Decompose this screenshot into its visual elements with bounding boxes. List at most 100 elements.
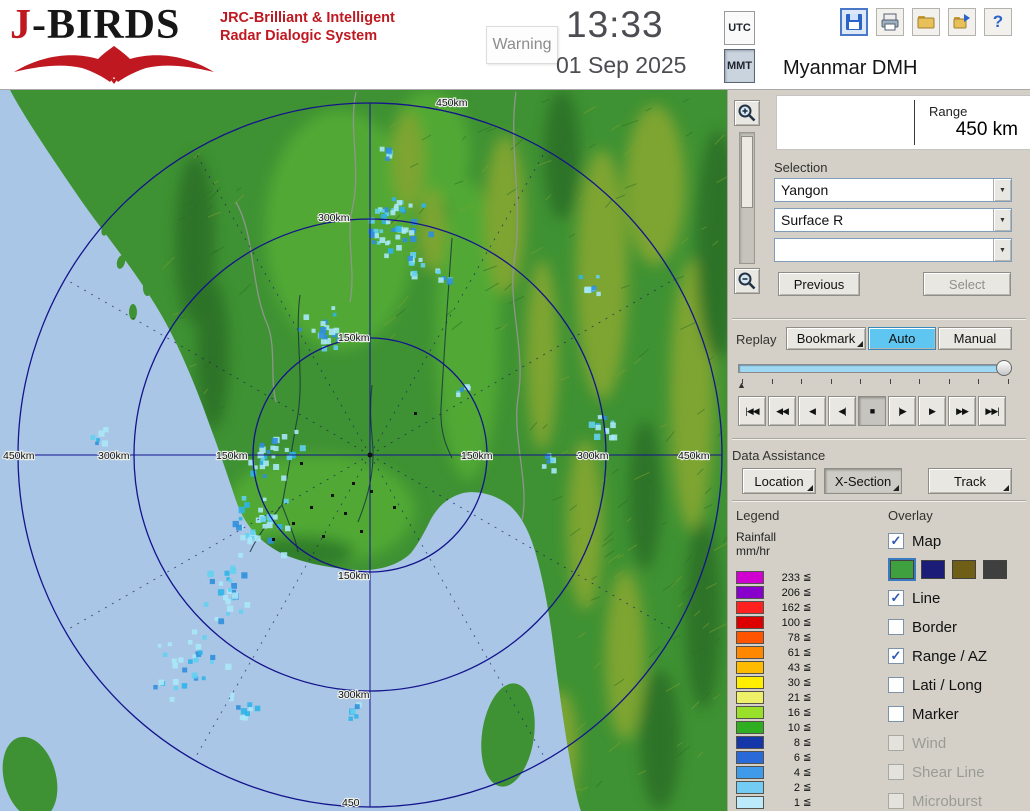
unchecked-checkbox[interactable] [888,706,904,722]
selection-label: Selection [774,160,828,175]
chevron-down-icon[interactable]: ▼ [993,209,1011,231]
zoom-slider[interactable] [739,132,755,264]
save-button[interactable] [840,8,868,36]
legend-operator: ≦ [803,782,812,793]
option-dropdown-value[interactable] [775,239,993,261]
replay-slider-handle[interactable] [996,360,1012,376]
replay-slider-track[interactable] [738,364,1010,373]
product-dropdown-value[interactable]: Surface R [775,209,993,231]
legend-row: 30 ≦ [736,675,882,690]
location-button[interactable]: Location [742,468,816,494]
legend-row: 78 ≦ [736,630,882,645]
save-icon [846,14,862,30]
map-color-swatch[interactable] [921,560,945,579]
replay-manual-button[interactable]: Manual [938,327,1012,350]
logo-letter-j: J [10,2,32,48]
timezone-utc-button[interactable]: UTC [724,11,755,45]
legend-value: 43 [787,661,800,674]
product-dropdown[interactable]: Surface R ▼ [774,208,1012,232]
overlay-item-line[interactable]: ✓ Line [888,587,1030,609]
zoom-out-button[interactable] [734,268,760,294]
range-label-text: 450km [436,97,468,109]
legend-swatch [736,766,764,779]
replay-timeline-slider[interactable] [738,360,1012,376]
legend-value: 206 [781,586,800,599]
folder-export-icon [953,14,970,29]
map-color-swatch[interactable] [983,560,1007,579]
overlay-item-shear-line: Shear Line [888,761,1030,783]
bookmark-button[interactable]: Bookmark [786,327,866,350]
playback-skip-end-button[interactable]: ▶▶| [978,396,1006,426]
playback-fast-forward-button[interactable]: ▶▶ [948,396,976,426]
divider [732,438,1026,440]
overlay-item-range-az[interactable]: ✓ Range / AZ [888,645,1030,667]
playback-skip-start-button[interactable]: |◀◀ [738,396,766,426]
checked-checkbox[interactable]: ✓ [888,590,904,606]
chevron-down-icon[interactable]: ▼ [993,239,1011,261]
overlay-item-map[interactable]: ✓ Map [888,530,1030,552]
checked-checkbox[interactable]: ✓ [888,533,904,549]
site-dropdown-value[interactable]: Yangon [775,179,993,201]
legend-operator: ≦ [803,752,812,763]
logo-subtitle: JRC-Brilliant & Intelligent Radar Dialog… [220,9,395,45]
playback-step-back-button[interactable]: ◀| [828,396,856,426]
legend-value: 78 [787,631,800,644]
divider [914,100,915,145]
timezone-mmt-button[interactable]: MMT [724,49,755,83]
legend-value: 1 [793,796,800,809]
unchecked-checkbox[interactable] [888,619,904,635]
legend-value: 30 [787,676,800,689]
replay-auto-button[interactable]: Auto [868,327,936,350]
previous-button[interactable]: Previous [778,272,860,296]
zoom-slider-thumb[interactable] [741,136,753,208]
playback-play-button[interactable]: ▶ [918,396,946,426]
site-dropdown[interactable]: Yangon ▼ [774,178,1012,202]
zoom-in-icon [738,104,756,122]
playback-stop-button[interactable]: ■ [858,396,886,426]
playback-step-forward-button[interactable]: |▶ [888,396,916,426]
legend-swatch [736,706,764,719]
overlay-item-microburst: Microburst [888,790,1030,811]
overlay-item-lati-long[interactable]: Lati / Long [888,674,1030,696]
track-button[interactable]: Track [928,468,1012,494]
legend-swatch [736,736,764,749]
open-folder-button[interactable] [912,8,940,36]
legend-operator: ≦ [803,632,812,643]
legend-operator: ≦ [803,677,812,688]
overlay-item-label: Microburst [912,792,983,810]
legend-swatch [736,571,764,584]
zoom-in-button[interactable] [734,100,760,126]
print-button[interactable] [876,8,904,36]
legend-operator: ≦ [803,737,812,748]
select-button[interactable]: Select [923,272,1011,296]
help-button[interactable]: ? [984,8,1012,36]
export-button[interactable] [948,8,976,36]
legend-row: 8 ≦ [736,735,882,750]
warning-button[interactable]: Warning [486,26,558,64]
x-section-button[interactable]: X-Section [824,468,902,494]
overlay-item-label: Border [912,618,958,636]
legend-swatch [736,586,764,599]
map-color-swatch[interactable] [888,558,916,581]
playback-fast-back-button[interactable]: ◀◀ [768,396,796,426]
legend-operator: ≦ [803,707,812,718]
overlay-item-border[interactable]: Border [888,616,1030,638]
legend-swatch [736,646,764,659]
unchecked-checkbox [888,793,904,809]
divider [732,318,1026,320]
checked-checkbox[interactable]: ✓ [888,648,904,664]
overlay-item-marker[interactable]: Marker [888,703,1030,725]
legend-rows: 233 ≦ 206 ≦ 162 ≦ 100 ≦ 78 ≦ 61 ≦ 43 ≦ 30 ≦ 21 ≦ 16 ≦ 10 ≦ 8 ≦ 6… [736,570,882,810]
unchecked-checkbox[interactable] [888,677,904,693]
option-dropdown[interactable]: ▼ [774,238,1012,262]
logo-subtitle-line2: Radar Dialogic System [220,28,378,44]
chevron-down-icon[interactable]: ▼ [993,179,1011,201]
map-color-swatch[interactable] [952,560,976,579]
radar-map-area[interactable]: 450km 300km 150km 150km 300km 450 450km 300km 15… [0,90,727,811]
playback-play-back-button[interactable]: ◀ [798,396,826,426]
legend-value: 10 [787,721,800,734]
tick-mark [830,379,832,384]
divider [732,500,1026,502]
legend-operator: ≦ [803,647,812,658]
radar-map[interactable]: 450km 300km 150km 150km 300km 450 450km 300km 15… [0,90,727,811]
